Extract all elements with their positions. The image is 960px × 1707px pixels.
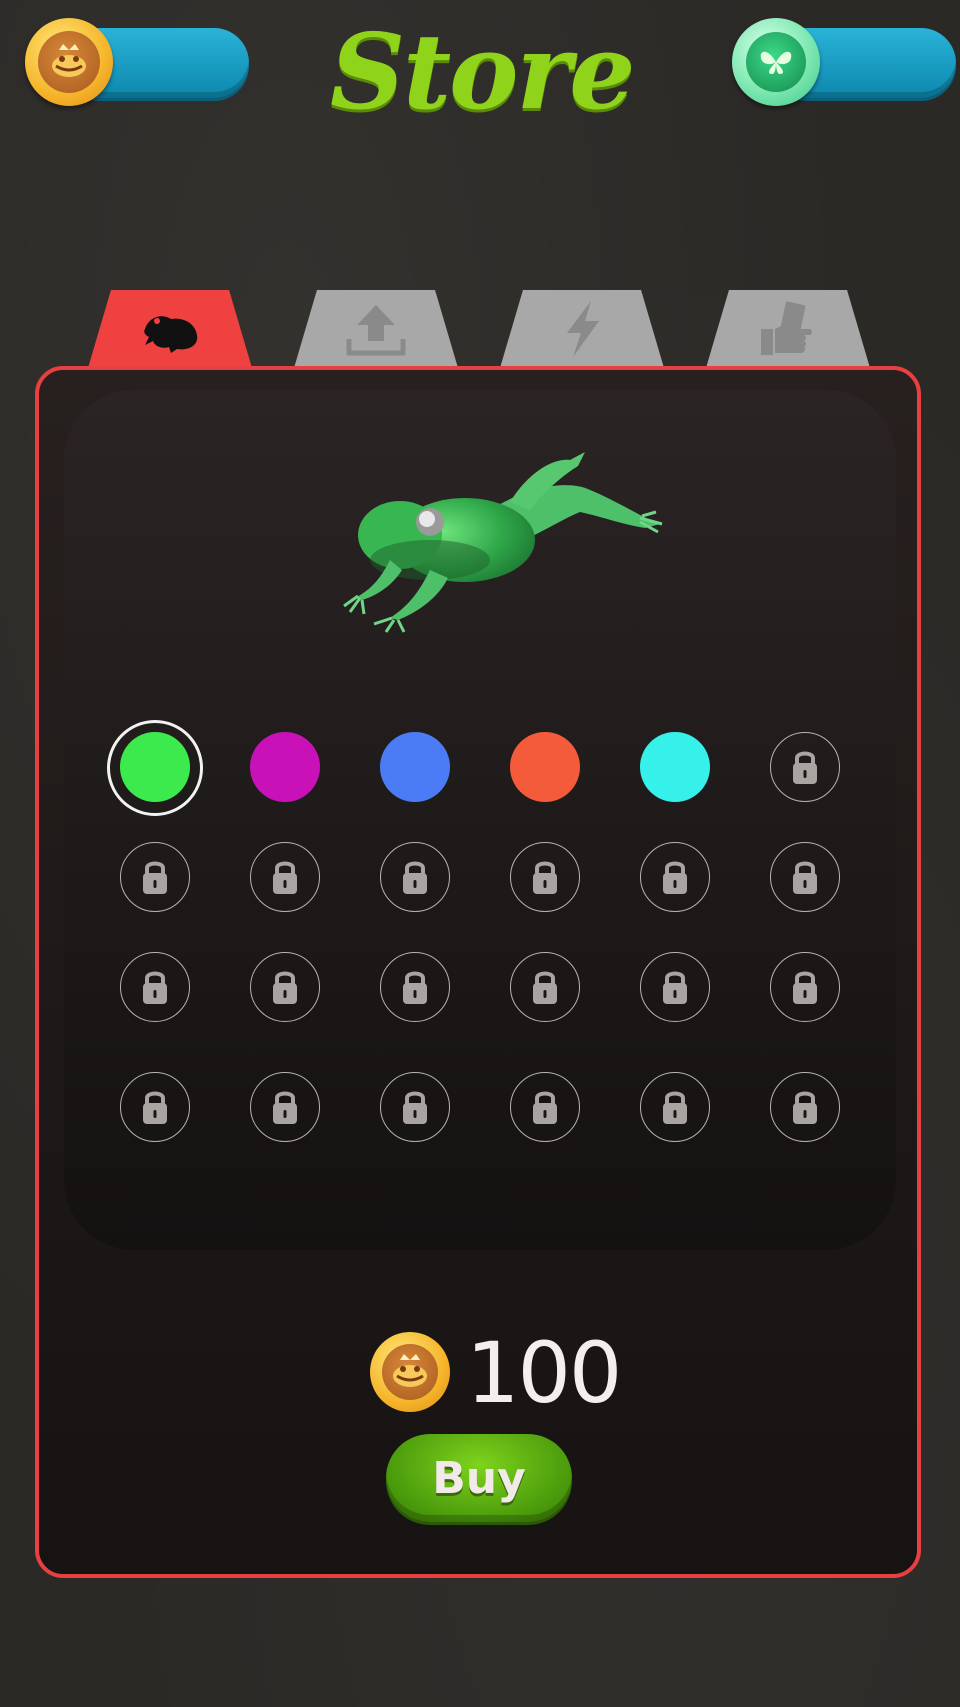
coins-display[interactable] (25, 18, 249, 106)
color-swatch[interactable] (250, 732, 320, 802)
lightning-icon (567, 301, 599, 357)
locked-color-swatch[interactable] (120, 842, 190, 912)
lock-icon (533, 971, 557, 1004)
lock-icon (143, 1091, 167, 1124)
locked-color-swatch[interactable] (250, 842, 320, 912)
lock-icon (793, 751, 817, 784)
lock-icon (533, 1091, 557, 1124)
lock-icon (273, 971, 297, 1004)
locked-color-swatch[interactable] (120, 1072, 190, 1142)
upload-icon (346, 305, 406, 356)
locked-color-swatch[interactable] (640, 1072, 710, 1142)
locked-color-swatch[interactable] (640, 842, 710, 912)
color-swatch[interactable] (380, 732, 450, 802)
lock-icon (663, 1091, 687, 1124)
buy-button-label: Buy (432, 1452, 526, 1504)
locked-color-swatch[interactable] (510, 952, 580, 1022)
locked-color-swatch[interactable] (250, 1072, 320, 1142)
lock-icon (663, 861, 687, 894)
locked-color-swatch[interactable] (380, 842, 450, 912)
locked-color-swatch[interactable] (250, 952, 320, 1022)
tab-cash[interactable] (706, 290, 870, 368)
tab-powerups[interactable] (500, 290, 664, 368)
butterfly-gem-icon (732, 18, 820, 106)
price-row: 100 (370, 1324, 630, 1422)
lock-icon (793, 971, 817, 1004)
locked-color-swatch[interactable] (770, 952, 840, 1022)
lock-icon (533, 861, 557, 894)
locked-color-swatch[interactable] (510, 1072, 580, 1142)
gems-display[interactable] (732, 18, 956, 106)
locked-color-swatch[interactable] (380, 1072, 450, 1142)
lock-icon (403, 861, 427, 894)
locked-color-swatch[interactable] (510, 842, 580, 912)
lock-icon (403, 971, 427, 1004)
frog-preview (343, 452, 663, 633)
frog-coin-icon (370, 1332, 450, 1412)
hand-money-icon (761, 301, 812, 355)
locked-color-swatch[interactable] (770, 732, 840, 802)
color-swatch[interactable] (640, 732, 710, 802)
lock-icon (403, 1091, 427, 1124)
lock-icon (663, 971, 687, 1004)
tab-skins[interactable] (88, 290, 252, 368)
price-amount: 100 (466, 1324, 622, 1422)
tab-upgrades[interactable] (294, 290, 458, 368)
page-title: Store (330, 10, 635, 133)
color-swatch[interactable] (510, 732, 580, 802)
buy-button[interactable]: Buy (386, 1434, 572, 1522)
lock-icon (143, 971, 167, 1004)
lock-icon (143, 861, 167, 894)
locked-color-swatch[interactable] (120, 952, 190, 1022)
color-swatch[interactable] (120, 732, 190, 802)
locked-color-swatch[interactable] (770, 1072, 840, 1142)
frog-icon (144, 316, 198, 353)
lock-icon (793, 1091, 817, 1124)
locked-color-swatch[interactable] (380, 952, 450, 1022)
locked-color-swatch[interactable] (640, 952, 710, 1022)
lock-icon (273, 1091, 297, 1124)
lock-icon (793, 861, 817, 894)
frog-coin-icon (25, 18, 113, 106)
lock-icon (273, 861, 297, 894)
locked-color-swatch[interactable] (770, 842, 840, 912)
